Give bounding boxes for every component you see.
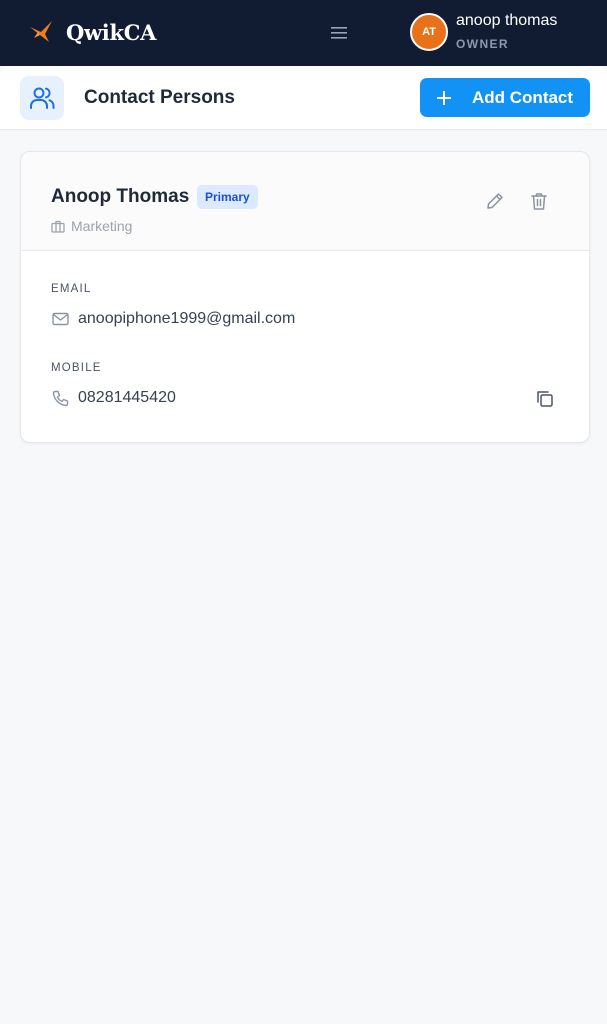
mobile-row: 08281445420 (51, 389, 176, 407)
department-label: Marketing (71, 218, 133, 234)
page-title: Contact Persons (84, 87, 235, 108)
hamburger-icon (331, 27, 347, 39)
edit-icon (487, 193, 503, 209)
mobile-label: MOBILE (51, 362, 102, 374)
users-icon-tile (20, 76, 64, 120)
contact-card: Anoop Thomas Primary Marketing EMAIL ano… (20, 151, 590, 443)
email-label: EMAIL (51, 283, 92, 295)
copy-icon (537, 391, 553, 407)
trash-icon (531, 193, 547, 210)
user-name[interactable]: anoop thomas (456, 12, 557, 30)
add-contact-button[interactable]: Add Contact (420, 78, 590, 117)
contact-name: Anoop Thomas (51, 186, 190, 207)
phone-icon (51, 389, 69, 407)
app-name: QwikCA (66, 19, 157, 45)
bird-logo-icon (30, 21, 52, 42)
contact-persons-header: Contact Persons Add Contact (0, 66, 607, 130)
menu-button[interactable] (326, 20, 352, 46)
email-value[interactable]: anoopiphone1999@gmail.com (78, 310, 295, 328)
delete-contact-button[interactable] (525, 187, 553, 215)
edit-contact-button[interactable] (481, 187, 509, 215)
briefcase-icon (51, 220, 65, 233)
add-contact-label: Add Contact (472, 87, 574, 107)
email-row: anoopiphone1999@gmail.com (51, 310, 295, 328)
app-logo[interactable]: QwikCA (28, 18, 156, 46)
mobile-value[interactable]: 08281445420 (78, 389, 176, 407)
users-icon (30, 87, 55, 109)
primary-badge: Primary (197, 185, 258, 209)
copy-mobile-button[interactable] (531, 385, 559, 413)
mail-icon (51, 310, 69, 328)
user-role: OWNER (456, 37, 509, 51)
plus-icon (437, 90, 451, 105)
contact-department: Marketing (51, 218, 132, 234)
user-avatar[interactable]: AT (410, 13, 448, 51)
top-navigation-bar: QwikCA AT anoop thomas OWNER (0, 0, 607, 66)
contact-card-header: Anoop Thomas Primary Marketing (21, 152, 589, 251)
